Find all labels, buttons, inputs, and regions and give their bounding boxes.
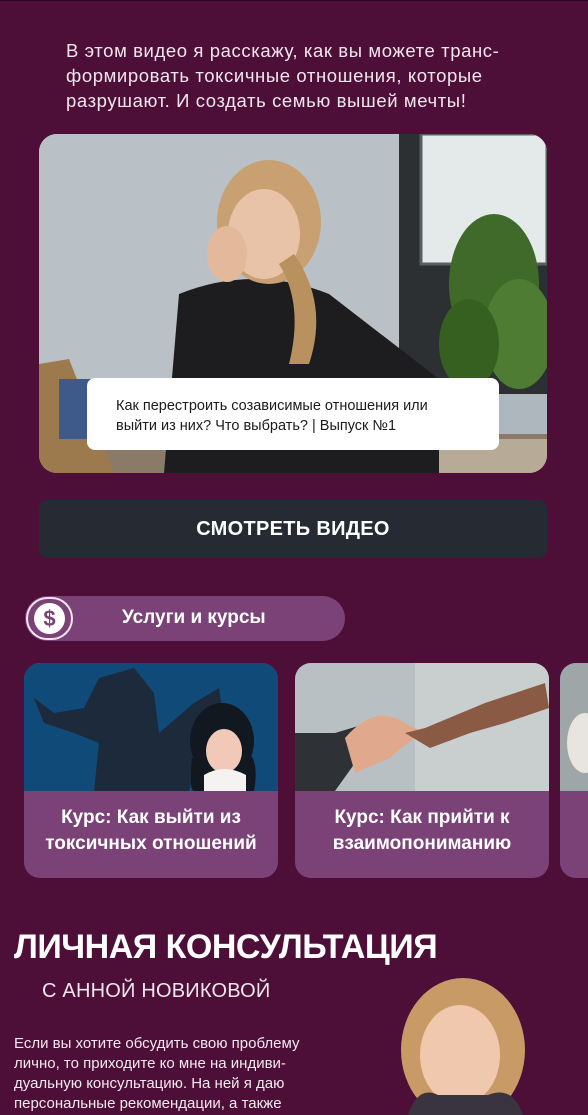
course-card-understanding[interactable]: Курс: Как прийти к взаимопониманию bbox=[295, 663, 549, 878]
course-image-toxic bbox=[24, 663, 278, 791]
video-preview[interactable]: Как перестроить созависимые отношения ил… bbox=[39, 134, 547, 473]
top-divider bbox=[0, 0, 588, 1]
course-title-line: Курс: Как выйти из bbox=[61, 807, 241, 828]
dollar-icon: $ bbox=[26, 597, 73, 640]
course-title-line: токсичных отношений bbox=[45, 833, 257, 854]
caption-line: Как перестроить созависимые отношения ил… bbox=[116, 398, 428, 414]
watch-video-button[interactable]: СМОТРЕТЬ ВИДЕО bbox=[39, 500, 547, 558]
services-header[interactable]: $ Услуги и курсы bbox=[25, 596, 345, 641]
course-image-understanding bbox=[295, 663, 549, 791]
consultant-portrait bbox=[401, 978, 525, 1115]
intro-line: разрушают. И создать семью вышей мечты! bbox=[66, 90, 467, 111]
description-line: дуальную консультацию. На ней я даю bbox=[14, 1075, 285, 1092]
course-image-next bbox=[560, 663, 588, 878]
course-title-line: Курс: Как прийти к bbox=[334, 807, 510, 828]
course-card-next[interactable] bbox=[560, 663, 588, 878]
caption-line: выйти из них? Что выбрать? | Выпуск №1 bbox=[116, 418, 397, 434]
course-title: Курс: Как прийти к взаимопониманию bbox=[295, 805, 549, 857]
course-card-toxic[interactable]: Курс: Как выйти из токсичных отношений bbox=[24, 663, 278, 878]
description-line: лично, то приходите ко мне на индиви- bbox=[14, 1055, 286, 1072]
intro-text: В этом видео я расскажу, как вы можете т… bbox=[66, 38, 546, 113]
description-line: Если вы хотите обсудить свою проблему bbox=[14, 1035, 300, 1052]
video-caption: Как перестроить созависимые отношения ил… bbox=[87, 378, 499, 450]
description-line: персональные рекомендации, а также bbox=[14, 1095, 282, 1112]
consultation-subtitle: С АННОЙ НОВИКОВОЙ bbox=[42, 980, 271, 1002]
course-title-line: взаимопониманию bbox=[332, 833, 512, 854]
course-title: Курс: Как выйти из токсичных отношений bbox=[24, 805, 278, 857]
intro-line: В этом видео я расскажу, как вы можете т… bbox=[66, 40, 500, 61]
consultation-title: ЛИЧНАЯ КОНСУЛЬТАЦИЯ bbox=[14, 928, 438, 966]
intro-line: формировать токсичные отношения, которые bbox=[66, 65, 483, 86]
consultation-description: Если вы хотите обсудить свою проблему ли… bbox=[14, 1034, 344, 1114]
services-label: Услуги и курсы bbox=[122, 607, 266, 628]
